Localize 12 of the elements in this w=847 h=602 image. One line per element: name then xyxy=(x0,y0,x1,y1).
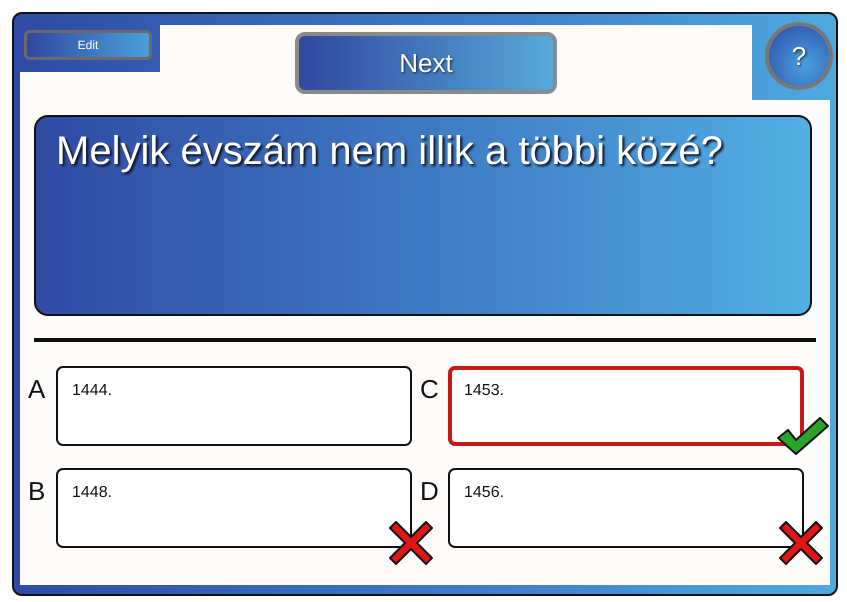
answer-option[interactable]: 1444. xyxy=(56,366,412,446)
question-text: Melyik évszám nem illik a többi közé? xyxy=(34,115,812,316)
answer-letter: C xyxy=(420,373,440,405)
answer-option[interactable]: 1456. xyxy=(448,468,804,548)
answer-option[interactable]: 1453. xyxy=(448,366,804,446)
answer-letter: D xyxy=(420,475,440,507)
answer-letter: A xyxy=(28,373,46,405)
answer-option[interactable]: 1448. xyxy=(56,468,412,548)
answer-letter: B xyxy=(28,475,46,507)
help-button[interactable]: ? xyxy=(765,22,833,90)
edit-button[interactable]: Edit xyxy=(24,30,152,60)
next-button[interactable]: Next xyxy=(295,32,557,94)
